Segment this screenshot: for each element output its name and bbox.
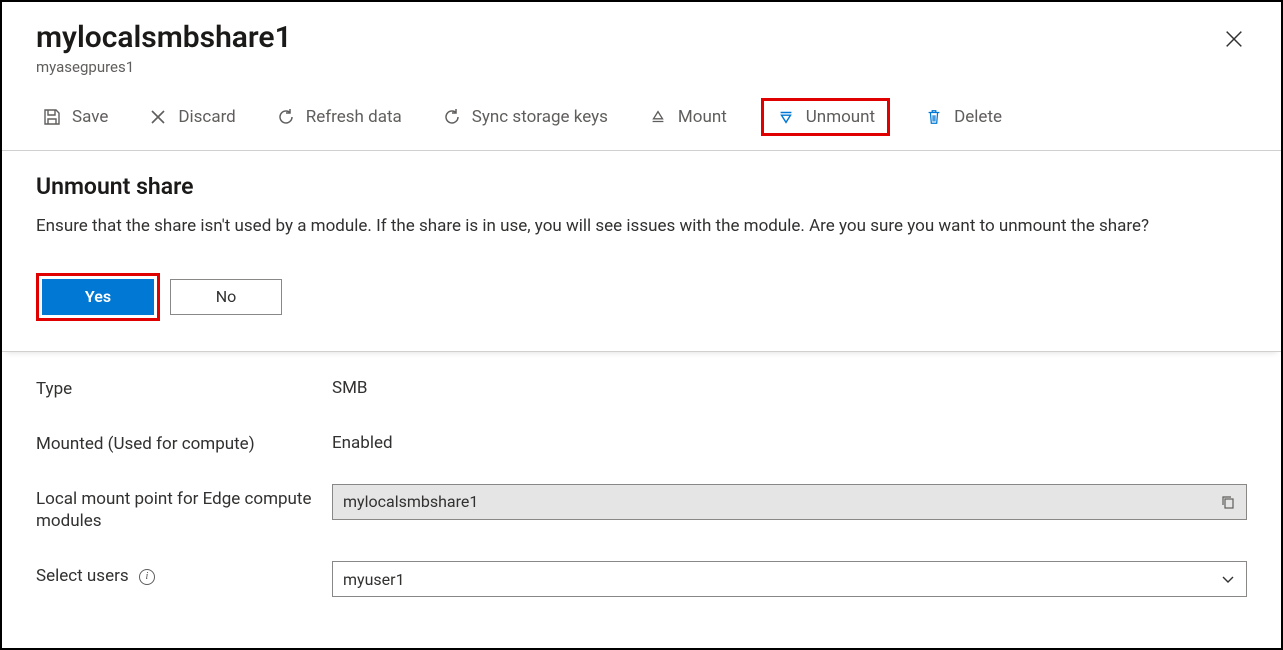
discard-button[interactable]: Discard [142, 103, 241, 131]
delete-label: Delete [954, 107, 1002, 127]
page-title: mylocalsmbshare1 [36, 20, 1247, 56]
unmount-button[interactable]: Unmount [761, 98, 890, 136]
header: mylocalsmbshare1 myasegpures1 [2, 2, 1281, 76]
mounted-value: Enabled [332, 429, 1247, 453]
copy-button[interactable] [1220, 494, 1236, 510]
discard-label: Discard [178, 107, 235, 127]
info-icon[interactable]: i [139, 569, 155, 585]
mount-button[interactable]: Mount [642, 103, 733, 131]
refresh-button[interactable]: Refresh data [270, 103, 408, 131]
row-users: Select users i myuser1 [36, 561, 1247, 597]
mountpoint-label: Local mount point for Edge compute modul… [36, 484, 332, 534]
refresh-label: Refresh data [306, 107, 402, 127]
discard-icon [148, 107, 168, 127]
users-label: Select users i [36, 561, 332, 588]
panel-frame: mylocalsmbshare1 myasegpures1 Save Disca… [0, 0, 1283, 650]
delete-icon [924, 107, 944, 127]
users-label-text: Select users [36, 566, 129, 586]
mount-label: Mount [678, 107, 727, 127]
chevron-down-icon [1220, 571, 1236, 587]
page-subtitle: myasegpures1 [36, 58, 1247, 76]
users-value: myuser1 [343, 570, 405, 589]
row-mountpoint: Local mount point for Edge compute modul… [36, 484, 1247, 534]
no-button[interactable]: No [170, 279, 282, 315]
unmount-label: Unmount [806, 107, 875, 127]
sync-button[interactable]: Sync storage keys [436, 103, 614, 131]
dialog-actions: Yes No [36, 273, 1247, 321]
close-icon [1223, 28, 1245, 50]
unmount-dialog: Unmount share Ensure that the share isn'… [2, 151, 1281, 352]
refresh-icon [276, 107, 296, 127]
mountpoint-value: mylocalsmbshare1 [343, 492, 1220, 511]
sync-label: Sync storage keys [472, 107, 608, 127]
dialog-title: Unmount share [36, 173, 1247, 200]
users-select[interactable]: myuser1 [332, 561, 1247, 597]
save-button[interactable]: Save [36, 103, 114, 131]
delete-button[interactable]: Delete [918, 103, 1008, 131]
sync-icon [442, 107, 462, 127]
type-label: Type [36, 374, 332, 401]
details-form: Type SMB Mounted (Used for compute) Enab… [2, 352, 1281, 636]
mount-icon [648, 107, 668, 127]
dialog-body: Ensure that the share isn't used by a mo… [36, 214, 1216, 239]
save-icon [42, 107, 62, 127]
close-button[interactable] [1223, 28, 1247, 52]
save-label: Save [72, 107, 108, 127]
type-value: SMB [332, 374, 1247, 398]
yes-button[interactable]: Yes [42, 279, 154, 315]
toolbar: Save Discard Refresh data [2, 76, 1281, 151]
mountpoint-field: mylocalsmbshare1 [332, 484, 1247, 520]
yes-highlight: Yes [36, 273, 160, 321]
row-type: Type SMB [36, 374, 1247, 401]
row-mounted: Mounted (Used for compute) Enabled [36, 429, 1247, 456]
unmount-icon [776, 107, 796, 127]
mounted-label: Mounted (Used for compute) [36, 429, 332, 456]
